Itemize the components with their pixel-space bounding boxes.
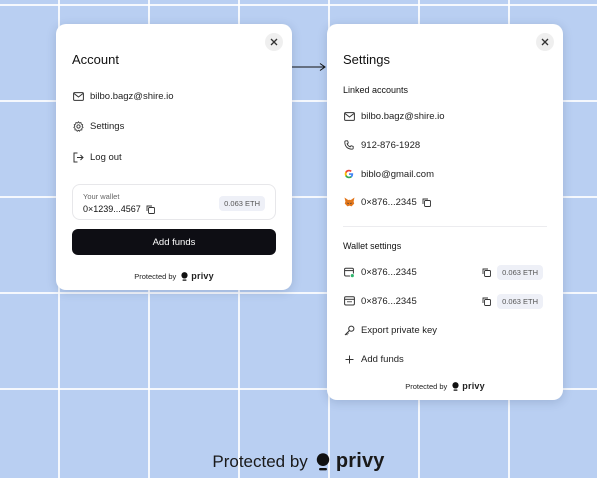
section-divider bbox=[343, 226, 547, 227]
protected-by-text: Protected by bbox=[134, 271, 177, 281]
linked-email-value: bilbo.bagz@shire.io bbox=[361, 110, 445, 122]
privy-mark-icon bbox=[452, 381, 459, 391]
footer-privy-wordmark: privy bbox=[335, 450, 385, 472]
privy-mark-icon bbox=[316, 452, 330, 470]
close-button[interactable] bbox=[536, 33, 554, 51]
wallet-balance-badge: 0.063 ETH bbox=[497, 294, 543, 309]
privy-mark-icon bbox=[181, 271, 188, 281]
account-card: Account bilbo.bagz@shire.io Settings Log… bbox=[56, 24, 292, 290]
linked-account-email: bilbo.bagz@shire.io bbox=[343, 110, 445, 122]
wallet-label: Your wallet bbox=[83, 192, 120, 201]
protected-by-privy: Protected by privy bbox=[56, 271, 292, 281]
footer-protected-by-text: Protected by bbox=[212, 451, 308, 471]
footer-protected-by-privy: Protected by privy bbox=[0, 450, 597, 473]
close-button[interactable] bbox=[265, 33, 283, 51]
logout-label: Log out bbox=[90, 151, 122, 163]
protected-by-text: Protected by bbox=[405, 381, 448, 391]
linked-phone-value: 912-876-1928 bbox=[361, 139, 421, 151]
mail-icon bbox=[343, 110, 355, 122]
copy-icon[interactable] bbox=[482, 268, 492, 277]
wallet-icon bbox=[343, 266, 355, 278]
account-email-row: bilbo.bagz@shire.io bbox=[72, 90, 174, 102]
settings-label: Settings bbox=[90, 120, 125, 132]
footer-privy-logo: privy bbox=[316, 450, 385, 473]
linked-account-wallet: 0×876...2345 bbox=[343, 196, 431, 208]
linked-account-phone: 912-876-1928 bbox=[343, 139, 420, 151]
add-funds-item[interactable]: Add funds bbox=[343, 353, 404, 365]
google-icon bbox=[343, 168, 355, 180]
wallet-address: 0×876...2345 bbox=[361, 266, 417, 278]
add-funds-button[interactable]: Add funds bbox=[72, 229, 276, 255]
key-icon bbox=[343, 324, 355, 336]
settings-card: Settings Linked accounts bilbo.bagz@shir… bbox=[327, 24, 563, 400]
wallet-box: Your wallet 0×1239...4567 0.063 ETH bbox=[72, 184, 276, 220]
copy-icon[interactable] bbox=[482, 297, 492, 306]
linked-google-value: biblo@gmail.com bbox=[361, 168, 435, 180]
account-email: bilbo.bagz@shire.io bbox=[90, 90, 174, 102]
privy-logo: privy bbox=[181, 271, 214, 281]
wallet-row-actions: 0.063 ETH bbox=[482, 265, 543, 280]
wallet-icon bbox=[343, 295, 355, 307]
phone-icon bbox=[343, 139, 355, 151]
copy-icon[interactable] bbox=[146, 205, 155, 214]
mail-icon bbox=[72, 90, 84, 102]
wallet-balance-badge: 0.063 ETH bbox=[497, 265, 543, 280]
export-private-key-label: Export private key bbox=[361, 324, 438, 336]
logout-icon bbox=[72, 151, 84, 163]
linked-accounts-heading: Linked accounts bbox=[343, 85, 409, 95]
privy-wordmark: privy bbox=[462, 381, 485, 391]
settings-menu-item[interactable]: Settings bbox=[72, 120, 124, 132]
wallet-row: 0×876...2345 bbox=[343, 266, 417, 278]
close-icon bbox=[270, 38, 278, 46]
export-private-key-item[interactable]: Export private key bbox=[343, 324, 437, 336]
settings-title: Settings bbox=[343, 52, 390, 67]
logout-menu-item[interactable]: Log out bbox=[72, 151, 122, 163]
wallet-balance-badge: 0.063 ETH bbox=[219, 196, 265, 211]
privy-logo: privy bbox=[452, 381, 485, 391]
linked-account-google: biblo@gmail.com bbox=[343, 168, 434, 180]
protected-by-privy: Protected by privy bbox=[327, 381, 563, 391]
wallet-address: 0×876...2345 bbox=[361, 295, 417, 307]
gear-icon bbox=[72, 120, 84, 132]
wallet-address: 0×1239...4567 bbox=[83, 204, 141, 214]
wallet-row: 0×876...2345 bbox=[343, 295, 417, 307]
close-icon bbox=[541, 38, 549, 46]
wallet-settings-heading: Wallet settings bbox=[343, 241, 402, 251]
privy-wordmark: privy bbox=[191, 271, 214, 281]
plus-icon bbox=[343, 353, 355, 365]
account-title: Account bbox=[72, 52, 119, 67]
linked-wallet-value: 0×876...2345 bbox=[361, 196, 417, 208]
metamask-icon bbox=[343, 196, 355, 208]
wallet-address-row: 0×1239...4567 bbox=[83, 204, 155, 214]
copy-icon[interactable] bbox=[422, 198, 431, 207]
wallet-row-actions: 0.063 ETH bbox=[482, 294, 543, 309]
add-funds-label: Add funds bbox=[361, 353, 404, 365]
